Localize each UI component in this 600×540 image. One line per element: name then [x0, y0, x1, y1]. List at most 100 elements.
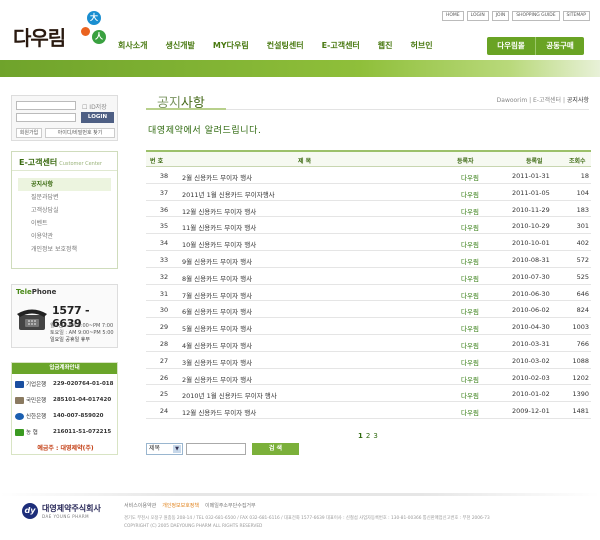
- table-row[interactable]: 36 12월 신용카드 무이자 행사 다우림 2010-11-29 183: [146, 201, 591, 218]
- row-subject-link[interactable]: 12월 신용카드 무이자 행사: [182, 407, 256, 417]
- row-subject-link[interactable]: 3월 신용카드 무이자 행사: [182, 357, 252, 367]
- utility-links: HOME LOGIN JOIN SHOPPING GUIDE SITEMAP: [442, 11, 590, 21]
- row-hits: 1088: [572, 356, 589, 365]
- side-item-terms[interactable]: 이용약관: [12, 230, 117, 243]
- nav-item-webzine[interactable]: 웹진: [378, 40, 393, 51]
- row-subject-link[interactable]: 5월 신용카드 무이자 행사: [182, 323, 252, 333]
- row-subject-link[interactable]: 10월 신용카드 무이자 행사: [182, 239, 256, 249]
- side-item-event[interactable]: 이벤트: [12, 217, 117, 230]
- table-row[interactable]: 26 2월 신용카드 무이자 행사 다우림 2010-02-03 1202: [146, 369, 591, 386]
- breadcrumb-section[interactable]: E-고객센터: [533, 97, 561, 104]
- hours-saturday: 토요일 : AM 9:00~PM 5:00: [50, 330, 114, 336]
- row-subject-link[interactable]: 11월 신용카드 무이자 행사: [182, 222, 256, 232]
- side-item-consult[interactable]: 고객상담실: [12, 204, 117, 217]
- footer-address: 경기도 부천시 오정구 원종동 208-14 / TEL 032-681-650…: [124, 516, 490, 521]
- page: 다우림 大 人 HOME LOGIN JOIN SHOPPING GUIDE S…: [0, 0, 600, 540]
- table-row[interactable]: 27 3월 신용카드 무이자 행사 다우림 2010-03-02 1088: [146, 352, 591, 369]
- table-row[interactable]: 37 2011년 1월 신용카드 무이자행사 다우림 2011-01-05 104: [146, 184, 591, 201]
- row-date: 2010-03-31: [512, 339, 550, 348]
- row-subject-link[interactable]: 2월 신용카드 무이자 행사: [182, 374, 252, 384]
- join-button[interactable]: 회원가입: [16, 128, 42, 138]
- page-2[interactable]: 2: [366, 432, 370, 440]
- row-hits: 402: [576, 239, 589, 248]
- title-divider: [146, 108, 589, 110]
- util-sitemap-link[interactable]: SITEMAP: [562, 11, 590, 21]
- table-row[interactable]: 30 6월 신용카드 무이자 행사 다우림 2010-06-02 824: [146, 301, 591, 319]
- row-subject-link[interactable]: 2010년 1월 신용카드 무이자 행사: [182, 390, 277, 400]
- util-home-link[interactable]: HOME: [442, 11, 464, 21]
- notice-board: 번 호 제 목 등록자 등록일 조회수 38 2월 신용카드 무이자 행사 다우림 2…: [146, 150, 591, 419]
- row-subject-link[interactable]: 8월 신용카드 무이자 행사: [182, 273, 252, 283]
- row-hits: 766: [576, 339, 589, 348]
- util-shopping-guide-link[interactable]: SHOPPING GUIDE: [512, 11, 560, 21]
- bank-name: 신한은행: [26, 414, 47, 420]
- nav-item-herbin[interactable]: 허브인: [411, 40, 433, 51]
- row-subject-link[interactable]: 9월 신용카드 무이자 행사: [182, 256, 252, 266]
- table-row[interactable]: 31 7월 신용카드 무이자 행사 다우림 2010-06-30 646: [146, 285, 591, 302]
- row-date: 2010-06-30: [512, 289, 550, 298]
- footer-privacy-link[interactable]: 개인정보보호정책: [162, 502, 199, 509]
- login-button[interactable]: LOGIN: [81, 112, 114, 123]
- breadcrumb-home[interactable]: Dawoorim: [497, 97, 528, 104]
- row-date: 2011-01-31: [512, 172, 550, 180]
- nav-item-development[interactable]: 생신개발: [165, 40, 194, 51]
- nav-item-company[interactable]: 회사소개: [118, 40, 147, 51]
- row-subject-link[interactable]: 4월 신용카드 무이자 행사: [182, 340, 252, 350]
- search-input[interactable]: [186, 443, 246, 455]
- site-logo[interactable]: 다우림 大 人: [11, 8, 106, 52]
- side-item-privacy[interactable]: 개인정보 보호정책: [12, 243, 117, 256]
- nav-item-consulting[interactable]: 컨설팅센터: [267, 40, 304, 51]
- nh-bank-icon: [15, 428, 24, 436]
- footer-email-link[interactable]: 이메일주소무단수집거부: [205, 502, 256, 509]
- row-hits: 572: [576, 255, 589, 264]
- table-row[interactable]: 33 9월 신용카드 무이자 행사 다우림 2010-08-31 572: [146, 251, 591, 268]
- row-author: 다우림: [461, 174, 479, 182]
- side-item-notice[interactable]: 공지사항: [18, 178, 111, 191]
- bank-account-number: 229-020764-01-018: [53, 381, 114, 387]
- shinhan-bank-icon: [15, 412, 24, 420]
- row-date: 2010-01-02: [512, 390, 550, 399]
- table-row[interactable]: 34 10월 신용카드 무이자 행사 다우림 2010-10-01 402: [146, 234, 591, 251]
- id-input[interactable]: [16, 101, 76, 110]
- header-date: 등록일: [526, 158, 543, 165]
- save-id-checkbox[interactable]: ☐ ID저장: [82, 102, 107, 111]
- util-join-link[interactable]: JOIN: [491, 11, 510, 21]
- footer-terms-link[interactable]: 서비스이용약관: [124, 502, 156, 509]
- row-number: 25: [159, 390, 169, 399]
- side-item-qna[interactable]: 질문과답변: [12, 191, 117, 204]
- group-buy-button[interactable]: 공동구매: [535, 37, 584, 55]
- row-number: 34: [159, 239, 169, 248]
- row-author: 다우림: [461, 224, 479, 233]
- search-field-select[interactable]: 제목 ▼: [146, 443, 183, 455]
- row-subject-link[interactable]: 7월 신용카드 무이자 행사: [182, 290, 252, 300]
- row-author: 다우림: [461, 375, 479, 384]
- row-number: 30: [159, 306, 169, 315]
- table-row[interactable]: 25 2010년 1월 신용카드 무이자 행사 다우림 2010-01-02 1390: [146, 385, 591, 403]
- table-row[interactable]: 28 4월 신용카드 무이자 행사 다우림 2010-03-31 766: [146, 335, 591, 352]
- table-row[interactable]: 38 2월 신용카드 무이자 행사 다우림 2011-01-31 18: [146, 167, 591, 184]
- row-number: 33: [159, 255, 169, 264]
- row-hits: 104: [576, 188, 589, 197]
- row-number: 28: [159, 339, 169, 348]
- dawoorim-mall-button[interactable]: 다우림몰: [487, 37, 535, 55]
- telephone-icon: [17, 309, 47, 330]
- row-subject-link[interactable]: 12월 신용카드 무이자 행사: [182, 206, 256, 216]
- row-subject-link[interactable]: 2월 신용카드 무이자 행사: [182, 172, 252, 182]
- account-holder: 예금주 : 대영제약(주): [37, 445, 94, 452]
- nav-item-my[interactable]: MY다우림: [213, 40, 249, 51]
- table-row[interactable]: 24 12월 신용카드 무이자 행사 다우림 2009-12-01 1481: [146, 402, 591, 419]
- search-button[interactable]: 검 색: [252, 443, 299, 455]
- page-3[interactable]: 3: [373, 432, 377, 440]
- bank-row: 기업은행 229-020764-01-018: [15, 380, 113, 388]
- password-input[interactable]: [16, 113, 76, 122]
- table-row[interactable]: 29 5월 신용카드 무이자 행사 다우림 2010-04-30 1003: [146, 318, 591, 335]
- find-account-button[interactable]: 아이디/비밀번호 찾기: [45, 128, 115, 138]
- page-1[interactable]: 1: [358, 432, 363, 440]
- row-subject-link[interactable]: 6월 신용카드 무이자 행사: [182, 306, 252, 316]
- row-hits: 1390: [572, 390, 589, 399]
- table-row[interactable]: 32 8월 신용카드 무이자 행사 다우림 2010-07-30 525: [146, 268, 591, 285]
- row-subject-link[interactable]: 2011년 1월 신용카드 무이자행사: [182, 189, 275, 199]
- util-login-link[interactable]: LOGIN: [466, 11, 489, 21]
- nav-item-customer-center[interactable]: E-고객센터: [322, 40, 360, 51]
- table-row[interactable]: 35 11월 신용카드 무이자 행사 다우림 2010-10-29 301: [146, 217, 591, 235]
